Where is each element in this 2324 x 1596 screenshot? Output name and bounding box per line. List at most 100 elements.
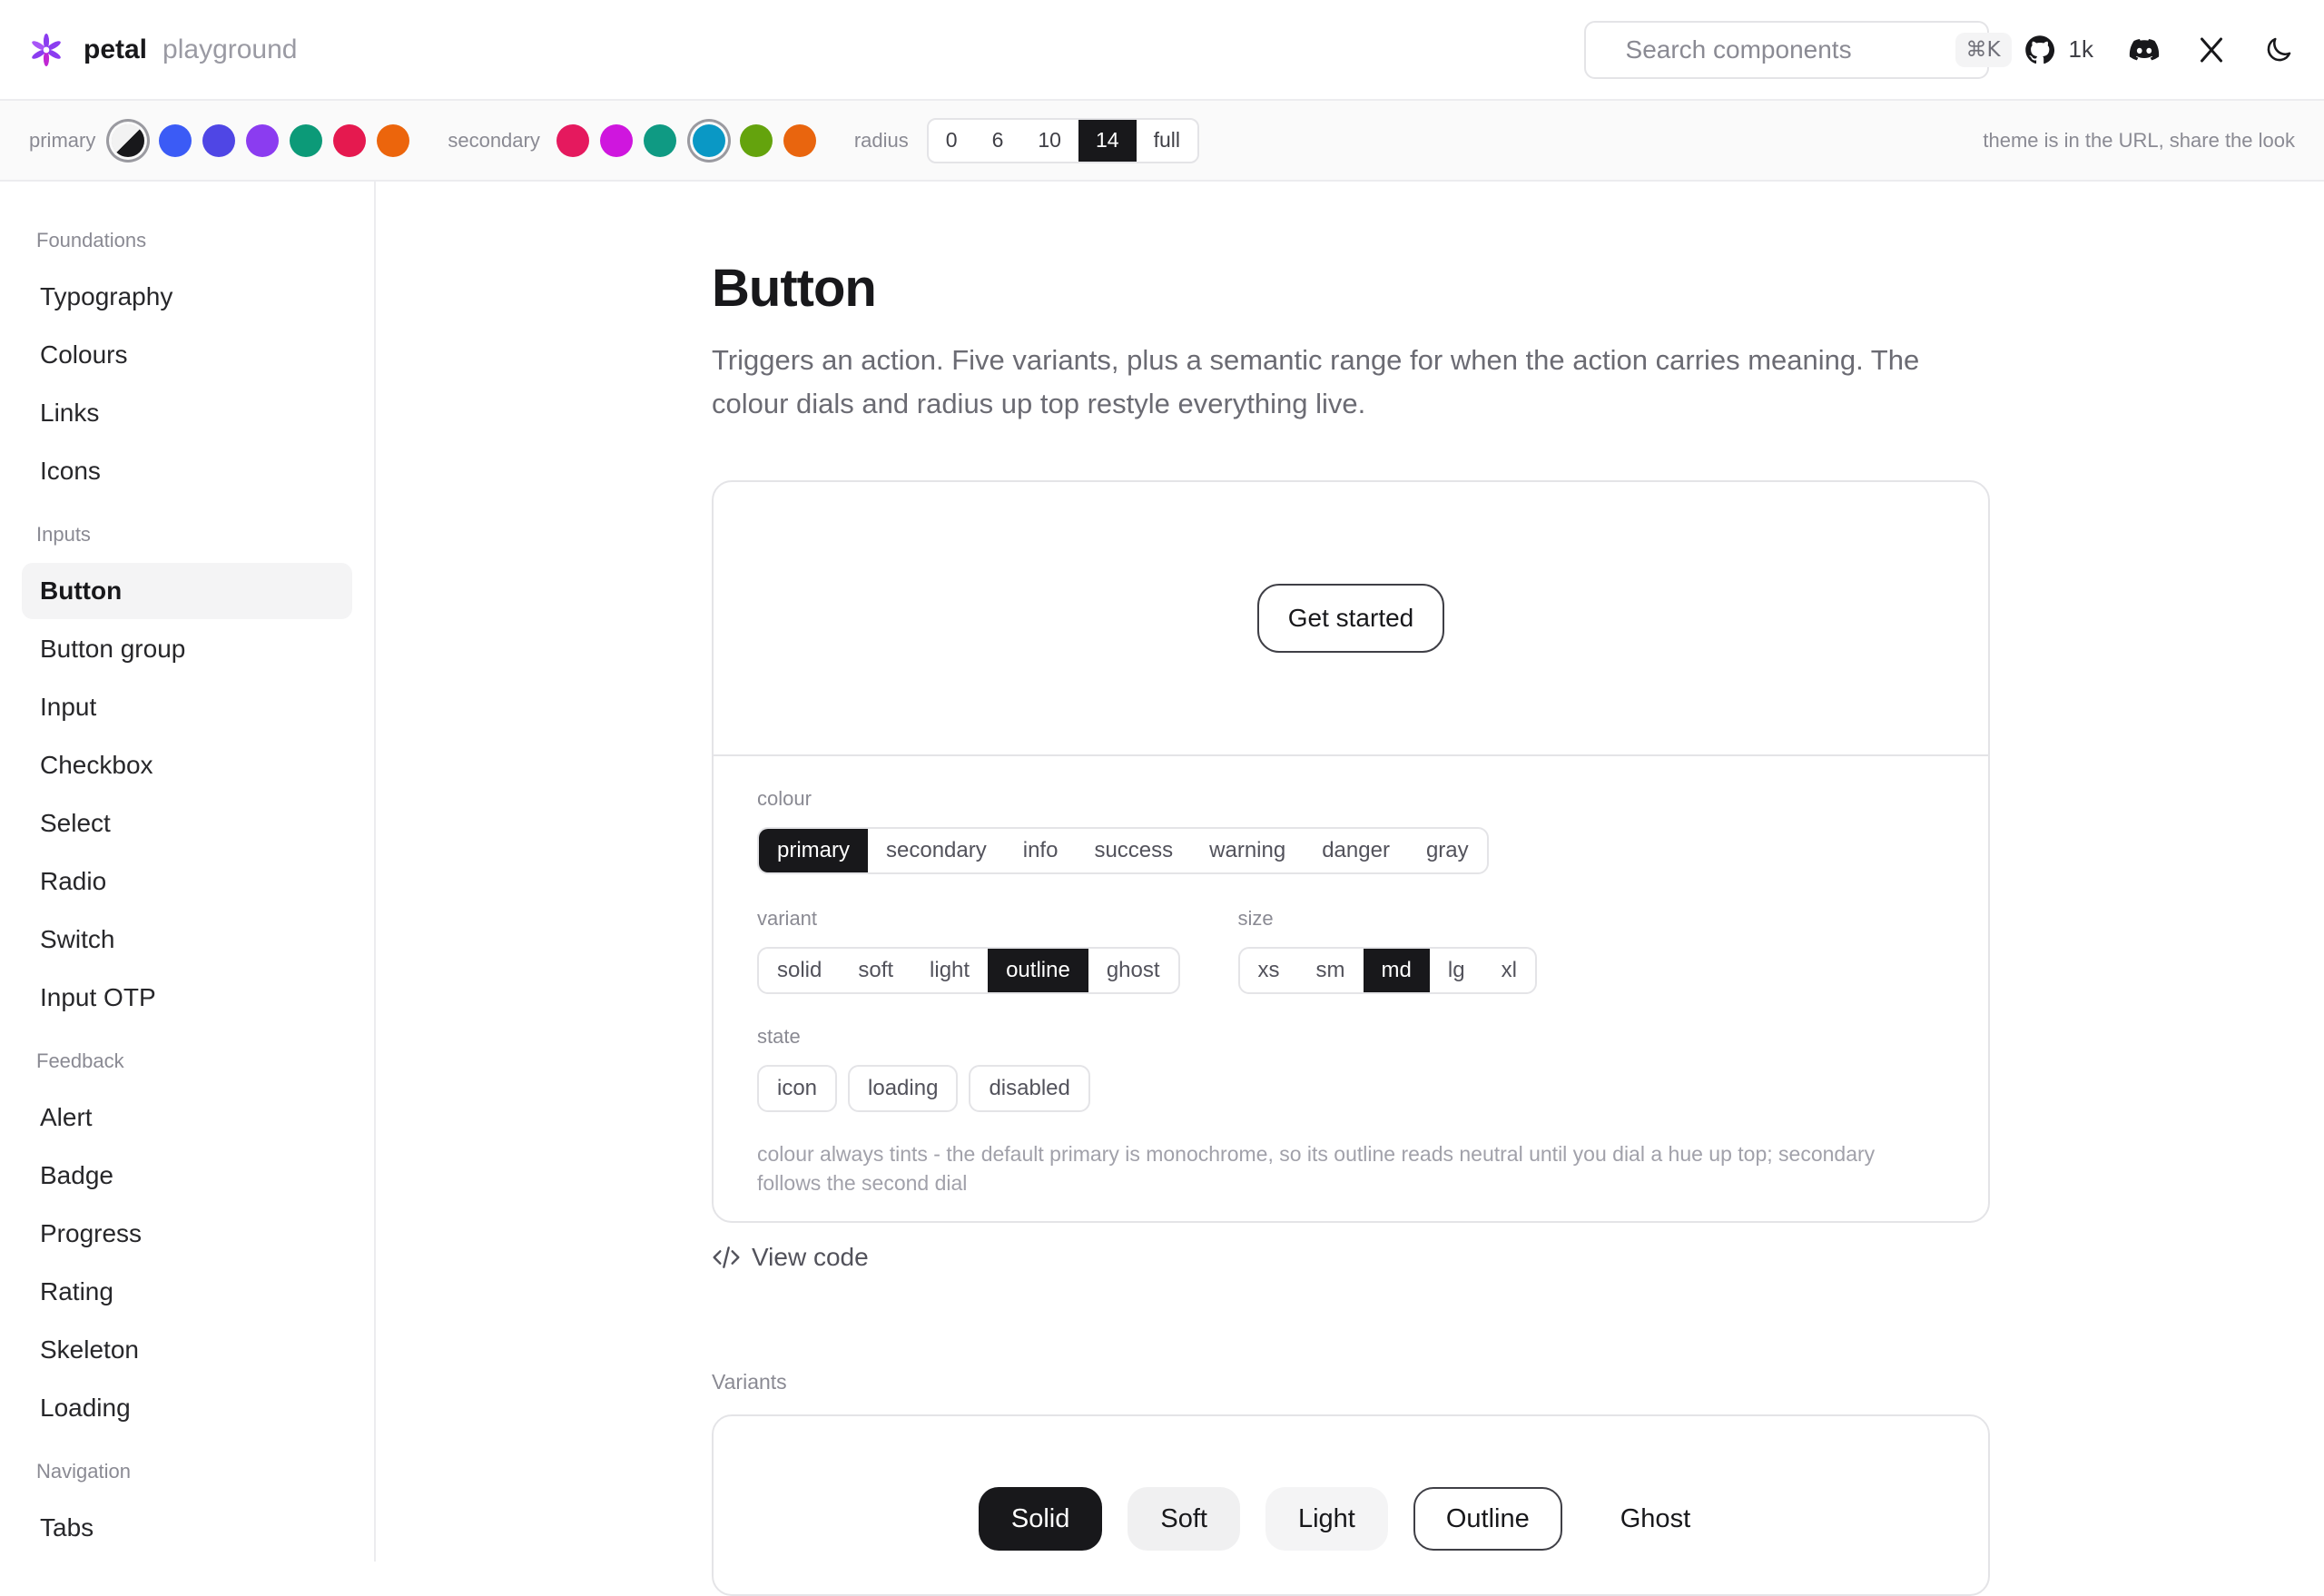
- dark-mode-toggle[interactable]: [2262, 34, 2295, 66]
- colour-option-gray[interactable]: gray: [1408, 829, 1487, 872]
- primary-swatches: [106, 123, 420, 157]
- sidebar-item-checkbox[interactable]: Checkbox: [22, 737, 352, 793]
- primary-swatch[interactable]: [246, 123, 280, 157]
- logo[interactable]: petal playground: [29, 33, 297, 67]
- variant-selector: solid soft light outline ghost: [757, 947, 1180, 994]
- preview-stage: Get started: [714, 482, 1988, 756]
- sidebar-item-radio[interactable]: Radio: [22, 853, 352, 910]
- secondary-swatch[interactable]: [739, 123, 773, 157]
- colour-selector: primary secondary info success warning d…: [757, 827, 1489, 874]
- petal-logo-icon: [32, 33, 61, 66]
- get-started-button[interactable]: Get started: [1256, 584, 1445, 653]
- code-icon: [713, 1246, 740, 1268]
- colour-option-secondary[interactable]: secondary: [868, 829, 1005, 872]
- radius-selector: 0 6 10 14 full: [926, 117, 1199, 163]
- sidebar-item-input-otp[interactable]: Input OTP: [22, 970, 352, 1026]
- size-option-md[interactable]: md: [1363, 949, 1430, 992]
- variant-option-light[interactable]: light: [911, 949, 988, 992]
- github-icon: [2024, 34, 2054, 64]
- primary-swatch[interactable]: [377, 123, 410, 157]
- state-toggles: icon loading disabled: [757, 1065, 1945, 1112]
- sidebar-item-button-group[interactable]: Button group: [22, 621, 352, 677]
- colour-option-danger[interactable]: danger: [1304, 829, 1408, 872]
- brand-name: petal: [84, 34, 148, 64]
- size-option-xs[interactable]: xs: [1240, 949, 1298, 992]
- variant-option-soft[interactable]: soft: [840, 949, 911, 992]
- secondary-swatches: [556, 123, 827, 157]
- view-code-link[interactable]: View code: [712, 1243, 1990, 1272]
- secondary-swatch[interactable]: [599, 123, 633, 157]
- sidebar-item-loading[interactable]: Loading: [22, 1380, 352, 1436]
- primary-swatch-monochrome[interactable]: [112, 123, 145, 157]
- x-twitter-icon: [2201, 37, 2222, 62]
- github-star-count: 1k: [2068, 35, 2093, 63]
- radius-option[interactable]: 0: [929, 120, 975, 162]
- search-box[interactable]: ⌘K: [1583, 20, 2012, 79]
- size-control: size xs sm md lg xl: [1237, 907, 1537, 994]
- variant-soft-button[interactable]: Soft: [1128, 1487, 1240, 1551]
- sidebar-item-rating[interactable]: Rating: [22, 1264, 352, 1320]
- colour-option-success[interactable]: success: [1076, 829, 1191, 872]
- variant-solid-button[interactable]: Solid: [978, 1487, 1103, 1551]
- radius-option-selected[interactable]: 14: [1078, 119, 1137, 162]
- secondary-swatch-selected[interactable]: [692, 123, 725, 157]
- state-toggle-loading[interactable]: loading: [848, 1065, 959, 1112]
- brand-subtitle: playground: [162, 34, 298, 64]
- colour-option-warning[interactable]: warning: [1191, 829, 1304, 872]
- sidebar-item-typography[interactable]: Typography: [22, 269, 352, 325]
- discord-button[interactable]: [2128, 34, 2161, 66]
- variant-light-button[interactable]: Light: [1265, 1487, 1388, 1551]
- size-label: size: [1237, 907, 1274, 930]
- main-content: Button Triggers an action. Five variants…: [712, 182, 1990, 1596]
- variant-option-ghost[interactable]: ghost: [1088, 949, 1178, 992]
- variant-control: variant solid soft light outline ghost: [757, 907, 1180, 994]
- sidebar-item-alert[interactable]: Alert: [22, 1089, 352, 1146]
- state-toggle-icon[interactable]: icon: [757, 1065, 838, 1112]
- colour-label: colour: [757, 787, 812, 810]
- secondary-swatch[interactable]: [556, 123, 589, 157]
- size-option-xl[interactable]: xl: [1483, 949, 1535, 992]
- colour-option-primary[interactable]: primary: [759, 829, 869, 872]
- sidebar-item-colours[interactable]: Colours: [22, 327, 352, 383]
- radius-option[interactable]: 6: [975, 120, 1021, 162]
- state-label: state: [757, 1025, 801, 1048]
- moon-icon: [2267, 37, 2291, 61]
- sidebar-item-button[interactable]: Button: [22, 563, 352, 619]
- theme-bar: primary secondary radius 0 6 10 14 full …: [0, 101, 2324, 182]
- sidebar-section-navigation: Navigation: [36, 1460, 131, 1483]
- page-description: Triggers an action. Five variants, plus …: [712, 344, 1920, 419]
- sidebar-item-progress[interactable]: Progress: [22, 1206, 352, 1262]
- variant-outline-button[interactable]: Outline: [1413, 1487, 1562, 1551]
- view-code-label: View code: [752, 1243, 869, 1271]
- radius-option[interactable]: full: [1137, 120, 1197, 162]
- sidebar-item-links[interactable]: Links: [22, 385, 352, 441]
- sidebar-item-badge[interactable]: Badge: [22, 1148, 352, 1204]
- primary-swatch[interactable]: [202, 123, 236, 157]
- size-option-sm[interactable]: sm: [1298, 949, 1364, 992]
- x-twitter-button[interactable]: [2195, 34, 2228, 66]
- size-option-lg[interactable]: lg: [1430, 949, 1483, 992]
- sidebar-item-icons[interactable]: Icons: [22, 443, 352, 499]
- sidebar-item-input[interactable]: Input: [22, 679, 352, 735]
- sidebar-item-tabs[interactable]: Tabs: [22, 1500, 352, 1556]
- sidebar-item-select[interactable]: Select: [22, 795, 352, 852]
- sidebar-item-skeleton[interactable]: Skeleton: [22, 1322, 352, 1378]
- colour-option-info[interactable]: info: [1005, 829, 1077, 872]
- radius-option[interactable]: 10: [1020, 120, 1078, 162]
- secondary-swatch[interactable]: [783, 123, 816, 157]
- primary-swatch[interactable]: [159, 123, 192, 157]
- state-toggle-disabled[interactable]: disabled: [969, 1065, 1090, 1112]
- variant-option-outline[interactable]: outline: [988, 949, 1088, 992]
- primary-label: primary: [29, 128, 96, 152]
- primary-swatch[interactable]: [290, 123, 323, 157]
- primary-swatch[interactable]: [333, 123, 367, 157]
- search-input[interactable]: [1623, 34, 1955, 65]
- sidebar-section-feedback: Feedback: [36, 1049, 124, 1072]
- github-button[interactable]: 1k: [2024, 34, 2093, 66]
- page-title: Button: [712, 259, 877, 318]
- sidebar-item-switch[interactable]: Switch: [22, 911, 352, 968]
- variant-ghost-button[interactable]: Ghost: [1588, 1487, 1723, 1551]
- secondary-swatch[interactable]: [643, 123, 676, 157]
- variant-option-solid[interactable]: solid: [759, 949, 840, 992]
- variant-label: variant: [757, 907, 818, 930]
